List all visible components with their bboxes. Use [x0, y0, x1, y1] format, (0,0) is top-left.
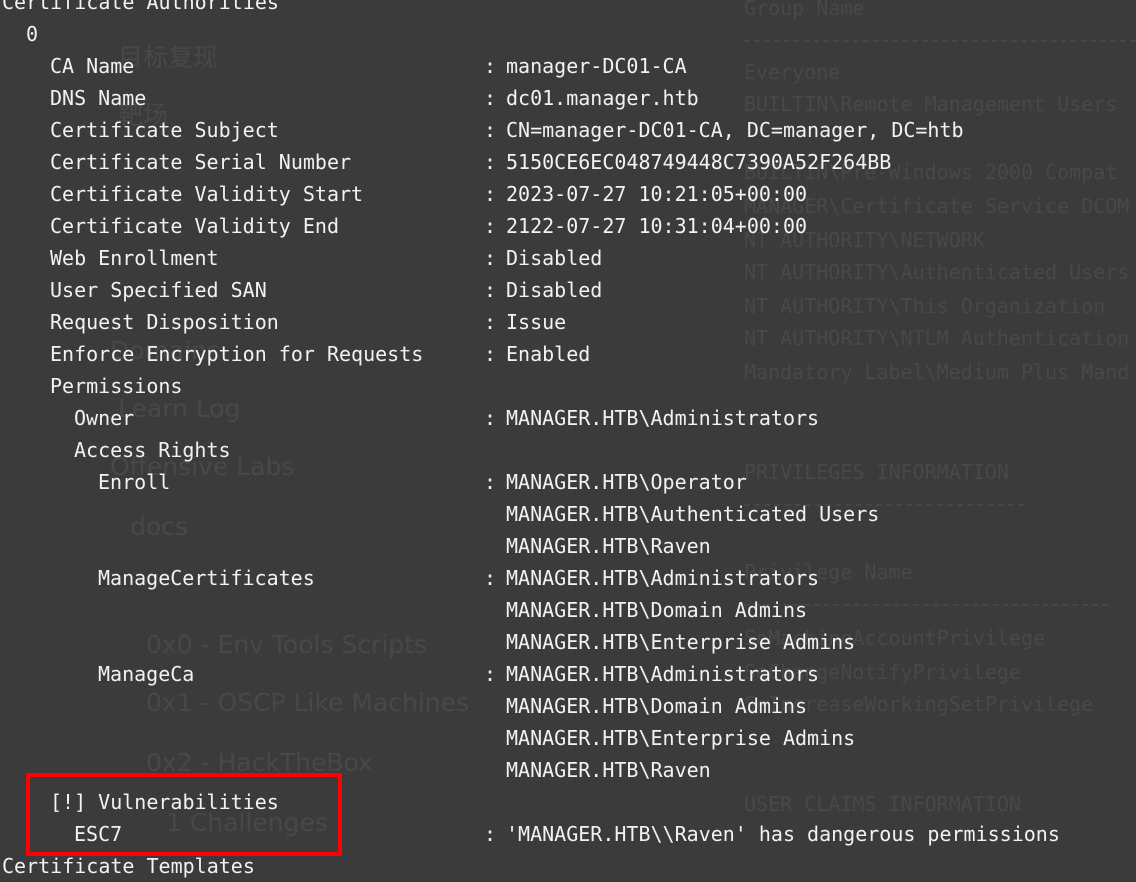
right-row: ManageCa: MANAGER.HTB\Administrators [0, 658, 1136, 690]
field-value: Issue [506, 310, 567, 334]
field-key: CA Name [50, 54, 135, 78]
field-key: DNS Name [50, 86, 147, 110]
field-value: Disabled [506, 278, 603, 302]
field-key: Certificate Validity Start [50, 182, 364, 206]
separator: : [484, 278, 497, 302]
separator: : [484, 822, 497, 846]
terminal-output[interactable]: Certificate Authorities 0 CA Name: manage… [0, 0, 1136, 882]
ca-field-row: DNS Name: dc01.manager.htb [0, 82, 1136, 114]
separator: : [484, 662, 497, 686]
principal: MANAGER.HTB\Domain Admins [506, 598, 808, 622]
right-row: MANAGER.HTB\Authenticated Users [0, 498, 1136, 530]
field-value: Disabled [506, 246, 603, 270]
owner-row: Owner: MANAGER.HTB\Administrators [0, 402, 1136, 434]
permissions-label: Permissions [50, 374, 183, 398]
field-key: Enforce Encryption for Requests [50, 342, 424, 366]
separator: : [484, 214, 497, 238]
field-value: 2023-07-27 10:21:05+00:00 [506, 182, 808, 206]
separator: : [484, 86, 497, 110]
principal: MANAGER.HTB\Raven [506, 758, 711, 782]
right-row: MANAGER.HTB\Domain Admins [0, 594, 1136, 626]
right-key: Enroll [98, 470, 171, 494]
field-key: Certificate Validity End [50, 214, 339, 238]
separator: : [484, 342, 497, 366]
vulnerability-value: 'MANAGER.HTB\\Raven' has dangerous permi… [506, 822, 1060, 846]
owner-value: MANAGER.HTB\Administrators [506, 406, 820, 430]
field-key: Certificate Serial Number [50, 150, 352, 174]
right-row: MANAGER.HTB\Raven [0, 530, 1136, 562]
separator: : [484, 566, 497, 590]
field-key: Certificate Subject [50, 118, 279, 142]
section-title: Certificate Authorities [2, 0, 279, 14]
ca-field-row: User Specified SAN: Disabled [0, 274, 1136, 306]
principal: MANAGER.HTB\Authenticated Users [506, 502, 880, 526]
right-key: ManageCertificates [98, 566, 315, 590]
owner-key: Owner [74, 406, 135, 430]
separator: : [484, 406, 497, 430]
separator: : [484, 246, 497, 270]
access-rights-heading: Access Rights [0, 434, 1136, 466]
ca-index-line: 0 [0, 18, 1136, 50]
field-value: CN=manager-DC01-CA, DC=manager, DC=htb [506, 118, 964, 142]
right-row: MANAGER.HTB\Enterprise Admins [0, 722, 1136, 754]
field-key: User Specified SAN [50, 278, 267, 302]
ca-field-row: Request Disposition: Issue [0, 306, 1136, 338]
principal: MANAGER.HTB\Raven [506, 534, 711, 558]
ca-index: 0 [26, 22, 39, 46]
right-row: Enroll: MANAGER.HTB\Operator [0, 466, 1136, 498]
ca-field-row: Certificate Subject: CN=manager-DC01-CA, … [0, 114, 1136, 146]
principal: MANAGER.HTB\Enterprise Admins [506, 630, 856, 654]
right-row: MANAGER.HTB\Domain Admins [0, 690, 1136, 722]
field-key: Web Enrollment [50, 246, 219, 270]
field-value: manager-DC01-CA [506, 54, 687, 78]
separator: : [484, 470, 497, 494]
permissions-heading: Permissions [0, 370, 1136, 402]
field-value: 5150CE6EC048749448C7390A52F264BB [506, 150, 892, 174]
principal: MANAGER.HTB\Administrators [506, 566, 820, 590]
separator: : [484, 182, 497, 206]
ca-field-row: Certificate Validity Start:2023-07-27 10… [0, 178, 1136, 210]
section-heading: Certificate Authorities [0, 0, 1136, 18]
ca-field-row: Web Enrollment: Disabled [0, 242, 1136, 274]
field-value: 2122-07-27 10:31:04+00:00 [506, 214, 808, 238]
right-row: ManageCertificates: MANAGER.HTB\Administr… [0, 562, 1136, 594]
field-value: dc01.manager.htb [506, 86, 699, 110]
right-row: MANAGER.HTB\Enterprise Admins [0, 626, 1136, 658]
field-key: Request Disposition [50, 310, 279, 334]
separator: : [484, 150, 497, 174]
field-value: Enabled [506, 342, 591, 366]
principal: MANAGER.HTB\Enterprise Admins [506, 726, 856, 750]
principal: MANAGER.HTB\Operator [506, 470, 747, 494]
ca-field-row: Certificate Validity End:2122-07-27 10:3… [0, 210, 1136, 242]
access-rights-label: Access Rights [74, 438, 231, 462]
separator: : [484, 54, 497, 78]
ca-field-row: CA Name: manager-DC01-CA [0, 50, 1136, 82]
ca-field-row: Certificate Serial Number:5150CE6EC04874… [0, 146, 1136, 178]
separator: : [484, 310, 497, 334]
principal: MANAGER.HTB\Domain Admins [506, 694, 808, 718]
right-key: ManageCa [98, 662, 195, 686]
highlight-box [26, 773, 342, 856]
principal: MANAGER.HTB\Administrators [506, 662, 820, 686]
separator: : [484, 118, 497, 142]
ca-field-row: Enforce Encryption for Requests: Enabled [0, 338, 1136, 370]
